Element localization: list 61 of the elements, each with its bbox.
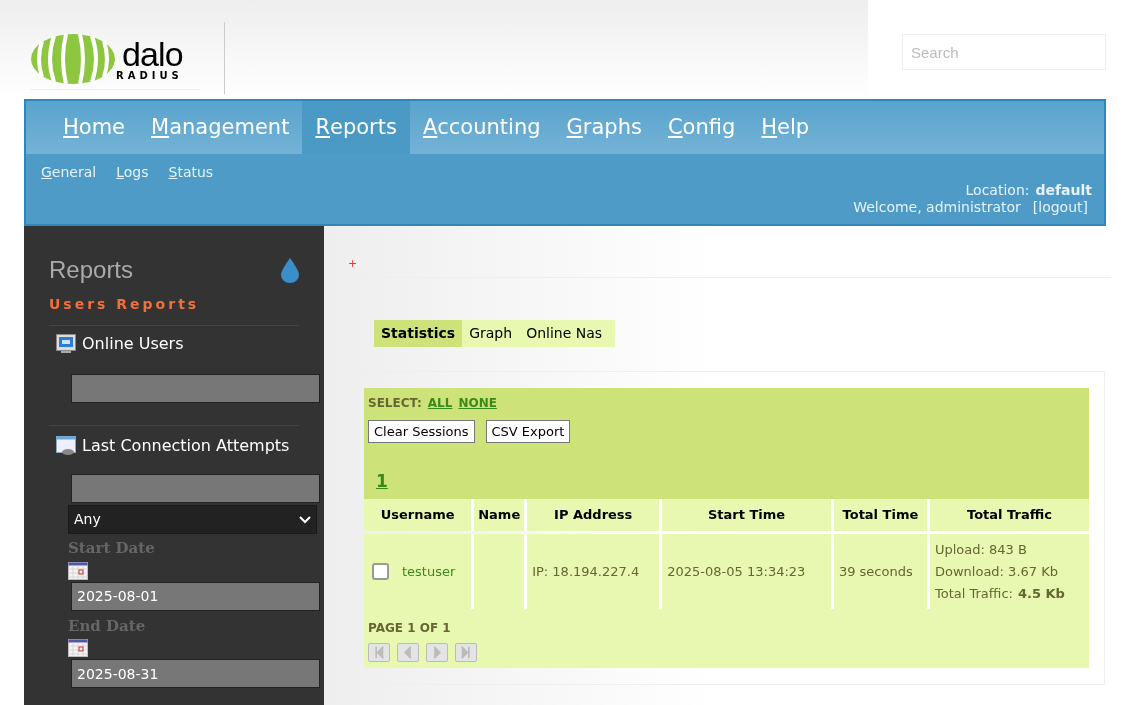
monitor-icon bbox=[56, 334, 76, 354]
select-all-link[interactable]: ALL bbox=[427, 394, 453, 412]
column-header[interactable]: Total Traffic bbox=[927, 499, 1089, 531]
action-button[interactable]: Clear Sessions bbox=[368, 420, 475, 443]
nav-tab[interactable]: Graphs bbox=[553, 101, 655, 154]
subnav-link[interactable]: Status bbox=[168, 162, 214, 183]
row-checkbox[interactable] bbox=[372, 563, 389, 580]
expand-marker[interactable]: + bbox=[348, 257, 358, 270]
username-link[interactable]: testuser bbox=[402, 561, 456, 582]
welcome-text: Welcome, administrator bbox=[853, 199, 1021, 216]
column-header[interactable]: Name bbox=[471, 499, 525, 531]
subnav-link[interactable]: Logs bbox=[116, 162, 149, 183]
pager-button-icon[interactable] bbox=[455, 643, 477, 662]
drop-icon bbox=[280, 257, 300, 283]
username-field[interactable] bbox=[71, 474, 320, 503]
page-link[interactable]: 1 bbox=[376, 469, 1089, 495]
table-cell: IP: 18.194.227.4 bbox=[524, 534, 660, 609]
username-field[interactable] bbox=[71, 374, 320, 403]
sidebar-item[interactable]: Online Users bbox=[82, 332, 184, 356]
nav-tab[interactable]: Config bbox=[654, 101, 749, 154]
tab[interactable]: Graph bbox=[462, 320, 520, 347]
traffic-line: Download: 3.67 Kb bbox=[935, 562, 1059, 581]
logo-subtitle: RADIUS bbox=[116, 70, 183, 81]
logo-text: dalo bbox=[121, 36, 183, 71]
calendar-icon[interactable] bbox=[68, 639, 88, 657]
subnav-link[interactable]: General bbox=[41, 162, 97, 183]
pager-button-icon[interactable] bbox=[368, 643, 390, 662]
sidebar-item[interactable]: Last Connection Attempts bbox=[82, 434, 290, 458]
page-info: PAGE 1 OF 1 bbox=[368, 621, 451, 635]
nav-tab[interactable]: Help bbox=[748, 101, 823, 154]
tab[interactable]: Online Nas bbox=[519, 320, 610, 347]
action-button[interactable]: CSV Export bbox=[485, 420, 571, 443]
window-link-icon bbox=[56, 436, 76, 456]
date-field[interactable]: 2025-08-01 bbox=[71, 581, 320, 611]
logout-link[interactable]: [logout] bbox=[1032, 199, 1088, 216]
location-value: default bbox=[1035, 182, 1092, 199]
nav-tab[interactable]: Home bbox=[50, 101, 139, 154]
calendar-icon[interactable] bbox=[68, 561, 88, 580]
chevron-down-icon bbox=[299, 515, 311, 524]
pager-button-icon[interactable] bbox=[397, 643, 419, 662]
date-field[interactable]: 2025-08-31 bbox=[71, 659, 320, 688]
select-none-link[interactable]: NONE bbox=[458, 394, 497, 412]
tab[interactable]: Statistics bbox=[374, 320, 463, 347]
nav-tab[interactable]: Reports bbox=[302, 101, 410, 154]
traffic-total: 4.5 Kb bbox=[1017, 584, 1065, 603]
pager-button-icon[interactable] bbox=[426, 643, 448, 662]
globe-logo-icon bbox=[30, 32, 116, 85]
section-heading: Users Reports bbox=[49, 295, 201, 314]
select-label: SELECT: bbox=[368, 395, 422, 412]
nav-tab[interactable]: Accounting bbox=[409, 101, 554, 154]
search-field[interactable]: Search bbox=[902, 34, 1106, 70]
status-select[interactable]: Any bbox=[68, 505, 317, 534]
traffic-line: Upload: 843 B bbox=[935, 540, 1028, 559]
column-header[interactable]: IP Address bbox=[524, 499, 660, 531]
sidebar-title: Reports bbox=[49, 255, 134, 285]
location-label: Location: bbox=[965, 182, 1030, 199]
column-header[interactable]: Username bbox=[364, 499, 472, 531]
nav-tab[interactable]: Management bbox=[138, 101, 303, 154]
column-header[interactable]: Start Time bbox=[659, 499, 831, 531]
table-cell: 2025-08-05 13:34:23 bbox=[659, 534, 831, 609]
traffic-label: Total Traffic: bbox=[935, 584, 1013, 603]
